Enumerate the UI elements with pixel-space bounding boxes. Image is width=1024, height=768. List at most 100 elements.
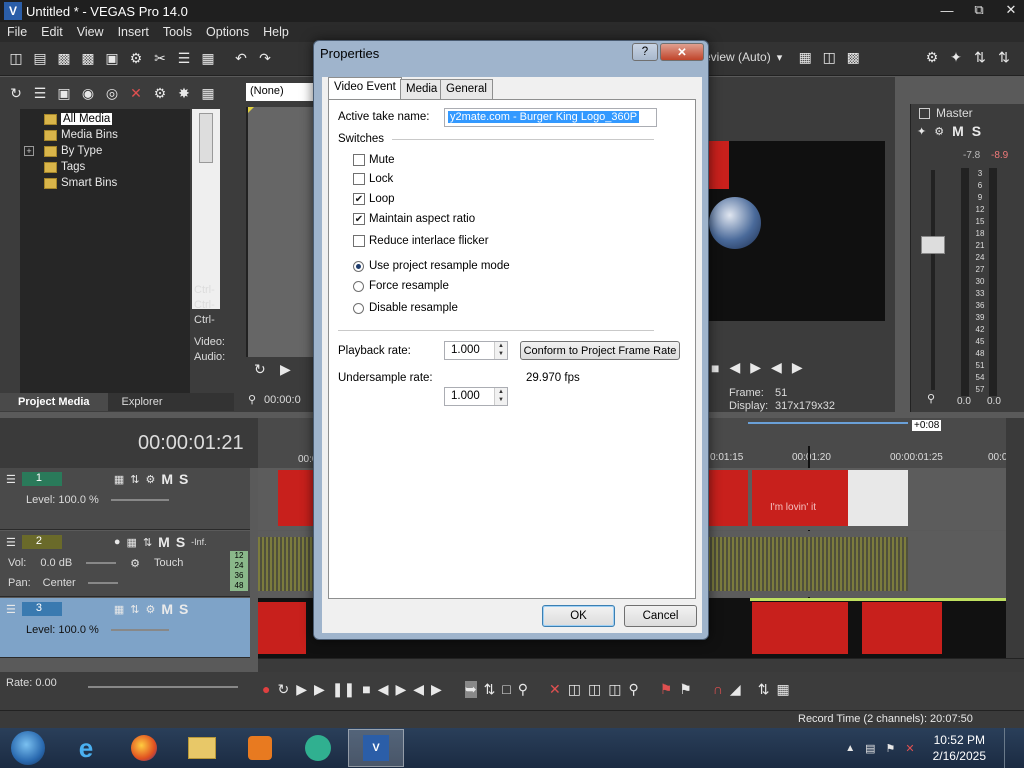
pause-icon[interactable]: ❚❚	[332, 681, 355, 698]
save-snapshot-icon[interactable]: ▩	[844, 48, 862, 66]
master-fx-icon[interactable]: ✦	[917, 125, 926, 138]
track-1-mute-button[interactable]: M	[161, 471, 173, 487]
clip[interactable]	[278, 470, 314, 526]
event-grouping-icon[interactable]: ▦	[776, 681, 789, 698]
go-to-end-icon[interactable]: ▶	[395, 681, 406, 698]
menu-tools[interactable]: Tools	[156, 25, 199, 39]
tab-explorer[interactable]: Explorer	[108, 396, 177, 408]
capture-icon[interactable]: ▣	[55, 84, 73, 102]
clip-lovin-it[interactable]: I'm lovin' it	[752, 470, 848, 526]
open-icon[interactable]: ▤	[31, 50, 49, 68]
help-button[interactable]: ?	[632, 43, 658, 61]
track-fx-icon[interactable]: ▦	[114, 603, 124, 616]
trim-icon[interactable]: ◫	[568, 681, 581, 698]
menu-help[interactable]: Help	[256, 25, 296, 39]
get-media-icon[interactable]: ◉	[79, 84, 97, 102]
show-hidden-icons[interactable]: ▲	[845, 743, 855, 754]
file-explorer-icon[interactable]	[174, 729, 230, 767]
master-fader-track[interactable]	[931, 170, 935, 390]
audio-clip[interactable]	[708, 537, 908, 591]
save-icon[interactable]: ▩	[55, 50, 73, 68]
grid-icon[interactable]: ▦	[796, 48, 814, 66]
tab-project-media[interactable]: Project Media	[0, 393, 108, 411]
loop-icon[interactable]: ↻	[254, 361, 266, 378]
lock-checkbox[interactable]: Lock	[353, 173, 393, 185]
menu-edit[interactable]: Edit	[34, 25, 70, 39]
timeline-scrollbar[interactable]	[258, 658, 1024, 672]
action-center-icon[interactable]: ⚑	[886, 742, 896, 755]
menu-insert[interactable]: Insert	[111, 25, 156, 39]
tab-general[interactable]: General	[440, 79, 493, 99]
prev-frame-icon[interactable]: ◀	[413, 681, 424, 698]
force-resample-radio[interactable]: Force resample	[353, 280, 449, 292]
cut-icon[interactable]: ✂	[151, 50, 169, 68]
render-icon[interactable]: ▣	[103, 50, 121, 68]
remove-icon[interactable]: ✕	[127, 84, 145, 102]
track-header-3[interactable]: ☰ 3 ▦ ⇅ ⚙ M S Level: 100.0 %	[0, 598, 250, 658]
loop-playback-icon[interactable]: ↻	[277, 681, 289, 698]
disable-resample-radio[interactable]: Disable resample	[353, 302, 458, 314]
track-header-1[interactable]: ☰ 1 ▦ ⇅ ⚙ M S Level: 100.0 %	[0, 468, 250, 530]
expand-icon[interactable]: +	[24, 146, 34, 156]
track-settings-icon[interactable]: ⚙	[146, 603, 156, 616]
paste-icon[interactable]: ▦	[199, 50, 217, 68]
selection-tool-icon[interactable]: □	[502, 681, 510, 697]
stop-icon[interactable]: ■	[362, 681, 370, 697]
preview-mode-dropdown[interactable]: review (Auto)	[700, 50, 771, 64]
normal-edit-tool-icon[interactable]: ➥	[464, 680, 477, 698]
ok-button[interactable]: OK	[542, 605, 615, 627]
auto-ripple-icon[interactable]: ⇅	[758, 681, 770, 698]
tree-item-smart-bins[interactable]: Smart Bins	[44, 175, 186, 191]
audio-clip[interactable]	[258, 537, 318, 591]
lock-icon[interactable]: ⚲	[927, 392, 935, 405]
copy-snapshot-icon[interactable]: ◫	[820, 48, 838, 66]
master-properties-icon[interactable]: ⚙	[923, 48, 941, 66]
mixer-icon[interactable]: ⇅	[971, 48, 989, 66]
internet-explorer-icon[interactable]: e	[58, 729, 114, 767]
use-project-resample-radio[interactable]: Use project resample mode	[353, 260, 510, 272]
fast-forward-icon[interactable]: ▶	[792, 359, 803, 376]
master-solo-button[interactable]: S	[972, 123, 981, 139]
track-fx-icon[interactable]: ▦	[127, 536, 137, 549]
track-fx-icon[interactable]: ▦	[114, 473, 124, 486]
redo-icon[interactable]: ↷	[256, 50, 274, 68]
menu-options[interactable]: Options	[199, 25, 256, 39]
firefox-icon[interactable]	[116, 729, 172, 767]
properties-icon[interactable]: ⚙	[127, 50, 145, 68]
track-2-solo-button[interactable]: S	[176, 534, 185, 550]
minimize-icon[interactable]: —	[938, 3, 956, 18]
track-collapse-icon[interactable]: ☰	[6, 603, 16, 616]
downmix-icon[interactable]: ⇅	[995, 48, 1013, 66]
track-2-volume-slider[interactable]	[86, 562, 117, 564]
loop-checkbox[interactable]: ✔ Loop	[353, 193, 395, 205]
snapping-icon[interactable]: ∩	[713, 681, 723, 697]
take-name-input[interactable]: y2mate.com - Burger King Logo_360P	[444, 108, 657, 127]
track-collapse-icon[interactable]: ☰	[6, 536, 16, 549]
tree-item-media-bins[interactable]: Media Bins	[44, 127, 186, 143]
tab-media[interactable]: Media	[400, 79, 444, 99]
import-media-icon[interactable]: ☰	[31, 84, 49, 102]
dialog-close-button[interactable]: ✕	[660, 43, 704, 61]
tab-video-event[interactable]: Video Event	[328, 77, 402, 100]
track-motion-icon[interactable]: ⇅	[143, 536, 152, 549]
split-icon[interactable]: ◫	[588, 681, 601, 698]
track-3-level-slider[interactable]	[110, 629, 169, 631]
next-frame-icon[interactable]: ▶	[431, 681, 442, 698]
views-icon[interactable]: ▦	[199, 84, 217, 102]
volume-muted-icon[interactable]: ✕	[905, 742, 914, 755]
media-fx-icon[interactable]: ⚙	[151, 84, 169, 102]
track-collapse-icon[interactable]: ☰	[6, 473, 16, 486]
delete-icon[interactable]: ✕	[549, 681, 561, 698]
show-desktop-button[interactable]	[1004, 728, 1014, 768]
cancel-button[interactable]: Cancel	[624, 605, 697, 627]
track-motion-icon[interactable]: ⇅	[130, 603, 139, 616]
prev-frame-icon[interactable]: ◀	[729, 359, 740, 376]
burger-king-clip[interactable]	[862, 602, 942, 654]
maximize-icon[interactable]: ⧉	[970, 2, 988, 18]
gear-icon[interactable]: ⚙	[130, 557, 140, 570]
touch-dropdown[interactable]: Touch	[154, 557, 183, 569]
master-fader-handle[interactable]	[921, 236, 945, 254]
play-icon[interactable]: ▶	[280, 361, 291, 378]
new-icon[interactable]: ◫	[7, 50, 25, 68]
menu-view[interactable]: View	[70, 25, 111, 39]
